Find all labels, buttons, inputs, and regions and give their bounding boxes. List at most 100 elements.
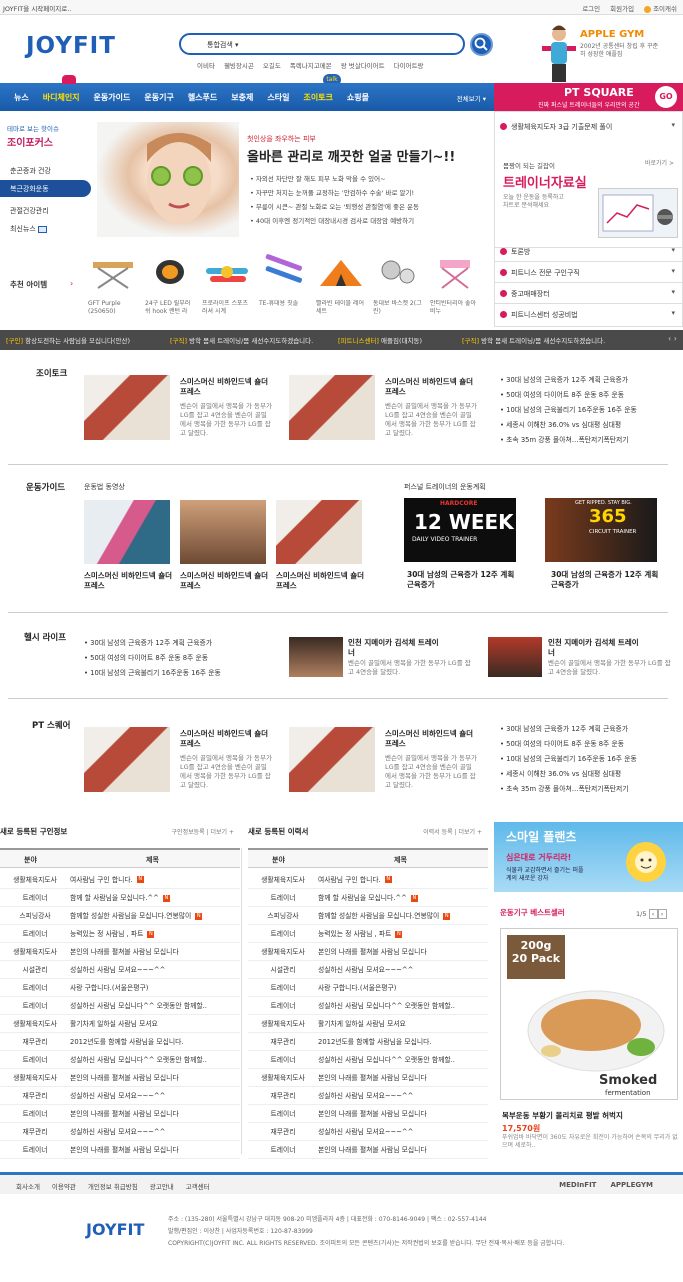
row-title[interactable]: 2012년도를 함께할 사람님을 모십니다. — [318, 1032, 488, 1051]
card-title[interactable]: 스미스머신 비하인드넥 숄더 프레스 — [180, 377, 272, 397]
table-row[interactable]: 트레이너 함께 할 사람님을 모십니다.^^ N — [248, 888, 488, 907]
view-all-menu[interactable]: 전체보기 ▾ — [457, 93, 486, 103]
row-title[interactable]: 성실하신 사람님 모십니다^^ 오랫동안 함께할.. — [70, 1050, 240, 1069]
table-row[interactable]: 트레이너 능력있는 정 사람님 , 파트 N — [0, 924, 240, 943]
pt-square-banner[interactable]: PT SQUARE 진짜 퍼스널 트레이너들의 우리만의 공간 GO — [494, 83, 683, 111]
row-title[interactable]: 본인의 나래를 펼쳐볼 사람님 모십니다 — [70, 1068, 240, 1087]
list-item[interactable]: 30대 남성의 근육증가 12주 계획 근육증가 — [500, 722, 637, 737]
table-row[interactable]: 재무관리 성실하신 사람님 모셔요~~~^^ — [0, 1086, 240, 1105]
table-row[interactable]: 트레이너 함께 할 사람님을 모십니다.^^ N — [0, 888, 240, 907]
card-title[interactable]: 인천 지메이카 김석체 트레이너 — [348, 638, 440, 658]
table-row[interactable]: 생활체육지도사 본인의 나래를 펼쳐볼 사람님 모십니다 — [248, 1068, 488, 1087]
soccer-player-thumbnail[interactable] — [84, 375, 170, 440]
post-job-link[interactable]: 구인정보등록 — [172, 829, 205, 836]
list-item[interactable]: 30대 남성의 근육증가 12주 계획 근육증가 — [84, 636, 221, 651]
apple-gym-ad[interactable]: APPLE GYM 2002년 공통센터 창립 후 꾸준히 성장한 애플짐 — [540, 22, 683, 82]
list-item[interactable]: 10대 남성의 근육불리기 16주운동 16주 운동 — [500, 752, 637, 767]
discussion-board-link[interactable]: 토론방 — [495, 241, 682, 262]
partner-applegym[interactable]: APPLEGYM — [610, 1181, 653, 1189]
list-item[interactable]: 10대 남성의 근육불리기 16주운동 16주 운동 — [500, 403, 637, 418]
row-title[interactable]: 활기차게 일하실 사람님 모셔요 — [318, 1014, 488, 1033]
partner-medinfit[interactable]: MEDInFIT — [559, 1181, 596, 1189]
hero-point-link[interactable]: 자꾸만 처지는 눈꺼풀 교정하는 '안검하수 수술' 바로 알기! — [250, 186, 419, 200]
nav-shop[interactable]: 쇼핑몰 — [347, 92, 369, 103]
table-row[interactable]: 생활체육지도사 활기차게 일하실 사람님 모셔요 — [0, 1014, 240, 1033]
hero-point-link[interactable]: 무릎이 시큰~ 관절 노화로 오는 '퇴행성 관절염'에 좋은 운동 — [250, 200, 419, 214]
ticker-item[interactable]: [구인] 항상도전하는 사람님을 모십니다(안산) — [6, 335, 130, 345]
card-title[interactable]: 스미스머신 비하인드넥 숄더 프레스 — [385, 729, 477, 749]
center-success-link[interactable]: 피트니스센터 성공비법 — [495, 304, 682, 325]
table-row[interactable]: 생활체육지도사 본인의 나래를 펼쳐볼 사람님 모십니다 — [0, 942, 240, 961]
product-item[interactable]: 통대보 바스켓 2(그린) — [373, 252, 423, 316]
prev-button[interactable]: ‹ — [648, 909, 658, 919]
table-row[interactable]: 트레이너 성실하신 사람님 모십니다^^ 오랫동안 함께할.. — [0, 1050, 240, 1069]
table-row[interactable]: 스피닝강사 함께할 성실한 사람님을 모십니다.연봉많이 N — [248, 906, 488, 925]
table-row[interactable]: 트레이너 본인의 나래를 펼쳐볼 사람님 모십니다 — [248, 1140, 488, 1159]
row-title[interactable]: 성실하신 사람님 모십니다^^ 오랫동안 함께할.. — [318, 996, 488, 1015]
table-row[interactable]: 재무관리 2012년도를 함께할 사람님을 모십니다. — [0, 1032, 240, 1051]
focus-item-latest-news[interactable]: 최신뉴스 — [10, 224, 47, 234]
row-title[interactable]: 성실하신 사람님 모셔요~~~^^ — [70, 1086, 240, 1105]
table-row[interactable]: 재무관리 2012년도를 함께할 사람님을 모십니다. — [248, 1032, 488, 1051]
focus-item-spring-fatigue[interactable]: 춘곤증과 건강 — [10, 166, 51, 176]
nav-health-food[interactable]: 헬스푸드 — [188, 92, 217, 103]
list-item[interactable]: 50대 여성의 다이어트 8주 운동 8주 운동 — [500, 388, 637, 403]
row-title[interactable]: 본인의 나래를 펼쳐볼 사람님 모십니다 — [70, 1140, 240, 1159]
workout-video-thumbnail[interactable] — [84, 500, 170, 564]
table-row[interactable]: 트레이너 사랑 구합니다.(서울은평구) — [248, 978, 488, 997]
product-item[interactable]: 빨라빈 테이블 레어 세트 — [316, 252, 366, 316]
hero-point-link[interactable]: 자외선 차단만 잘 해도 피부 노화 막을 수 있어~ — [250, 172, 419, 186]
plan-title[interactable]: 30대 남성의 근육증가 12주 계획 근육증가 — [407, 570, 517, 590]
exam-questions-link[interactable]: 생활체육지도자 3급 기출문제 풀이 — [495, 116, 682, 137]
soccer-player-thumbnail[interactable] — [84, 727, 170, 792]
table-row[interactable]: 트레이너 본인의 나래를 펼쳐볼 사람님 모십니다 — [248, 1104, 488, 1123]
nav-equipment[interactable]: 운동기구 — [144, 92, 173, 103]
table-row[interactable]: 시설관리 성실하신 사람님 모셔요~~~^^ — [0, 960, 240, 979]
row-title[interactable]: 2012년도를 함께할 사람님을 모십니다. — [70, 1032, 240, 1051]
search-category-select[interactable]: 통합검색 ▾ — [207, 40, 239, 50]
nav-body-change[interactable]: 바디체인지 — [43, 92, 80, 103]
hot-keyword[interactable]: 오길도 — [263, 60, 281, 70]
chevron-right-icon[interactable]: › — [70, 279, 73, 288]
card-title[interactable]: 스미스머신 비하인드넥 숄더 프레스 — [385, 377, 477, 397]
bestseller-product-image[interactable]: 200g 20 Pack Smoked fermentation — [500, 928, 678, 1100]
row-title[interactable]: 성실하신 사람님 모십니다^^ 오랫동안 함께할.. — [318, 1050, 488, 1069]
hot-keyword[interactable]: 웰빙장시곤 — [224, 60, 254, 70]
trainer-thumbnail[interactable] — [289, 637, 343, 677]
footer-link-about[interactable]: 회사소개 — [16, 1181, 40, 1191]
product-item[interactable]: 24구 LED 릴부러쉬 hook 랜턴 라 — [145, 252, 195, 316]
list-item[interactable]: 50대 여성의 다이어트 8주 운동 8주 운동 — [500, 737, 637, 752]
row-title[interactable]: 함께할 성실한 사람님을 모십니다.연봉많이 N — [318, 906, 488, 925]
hero-point-link[interactable]: 40대 이후엔 정기적인 대장내시경 검사로 대장암 예방하기 — [250, 214, 419, 228]
row-title[interactable]: 본인의 나래를 펼쳐볼 사람님 모십니다 — [318, 942, 488, 961]
row-title[interactable]: 성실하신 사람님 모셔요~~~^^ — [70, 1122, 240, 1141]
row-title[interactable]: 성실하신 사람님 모셔요~~~^^ — [318, 1122, 488, 1141]
row-title[interactable]: 본인의 나래를 펼쳐볼 사람님 모십니다 — [318, 1104, 488, 1123]
ticker-arrows[interactable]: ‹ › — [668, 334, 677, 343]
row-title[interactable]: 여사람님 구인 합니다. N — [318, 870, 488, 889]
row-title[interactable]: 함께 할 사람님을 모십니다.^^ N — [70, 888, 240, 907]
more-link[interactable]: 더보기 + — [211, 829, 235, 836]
table-row[interactable]: 생활체육지도사 본인의 나래를 펼쳐볼 사람님 모십니다 — [0, 1068, 240, 1087]
12-week-video-banner[interactable]: HARDCORE 12 WEEK DAILY VIDEO TRAINER — [404, 498, 516, 562]
row-title[interactable]: 사랑 구합니다.(서울은평구) — [70, 978, 240, 997]
search-button[interactable] — [470, 33, 493, 56]
smile-plants-banner[interactable]: 스마일 플랜츠 심은대로 거두리라! 식물과 교감하면서 즐기는 퍼플계의 새로… — [494, 822, 683, 892]
focus-item-abs-workout[interactable]: 복근강화운동 — [0, 180, 91, 197]
nav-supplements[interactable]: 보충제 — [231, 92, 253, 103]
footer-link-ads[interactable]: 광고안내 — [150, 1181, 174, 1191]
hero-image[interactable] — [97, 122, 239, 237]
video-title[interactable]: 스미스머신 비하인드넥 숄더 프레스 — [276, 571, 368, 591]
trainer-more-link[interactable]: 바로가기 > — [645, 158, 674, 167]
table-row[interactable]: 생활체육지도사 여사람님 구인 합니다. N — [0, 870, 240, 889]
product-item[interactable]: 프로라이프 스포츠 러셔 시계 — [202, 252, 252, 316]
soccer-player-thumbnail[interactable] — [289, 727, 375, 792]
row-title[interactable]: 함께할 성실한 사람님을 모십니다.연봉많이 N — [70, 906, 240, 925]
row-title[interactable]: 본인의 나래를 펼쳐볼 사람님 모십니다 — [318, 1140, 488, 1159]
login-link[interactable]: 로그인 — [582, 3, 600, 13]
plan-title[interactable]: 30대 남성의 근육증가 12주 계획 근육증가 — [551, 570, 661, 590]
next-button[interactable]: › — [657, 909, 667, 919]
video-title[interactable]: 스미스머신 비하인드넥 숄더 프레스 — [84, 571, 176, 591]
table-row[interactable]: 트레이너 본인의 나래를 펼쳐볼 사람님 모십니다 — [0, 1104, 240, 1123]
ticker-item[interactable]: [피트니스센터] 애플짐(대치동) — [338, 335, 422, 345]
